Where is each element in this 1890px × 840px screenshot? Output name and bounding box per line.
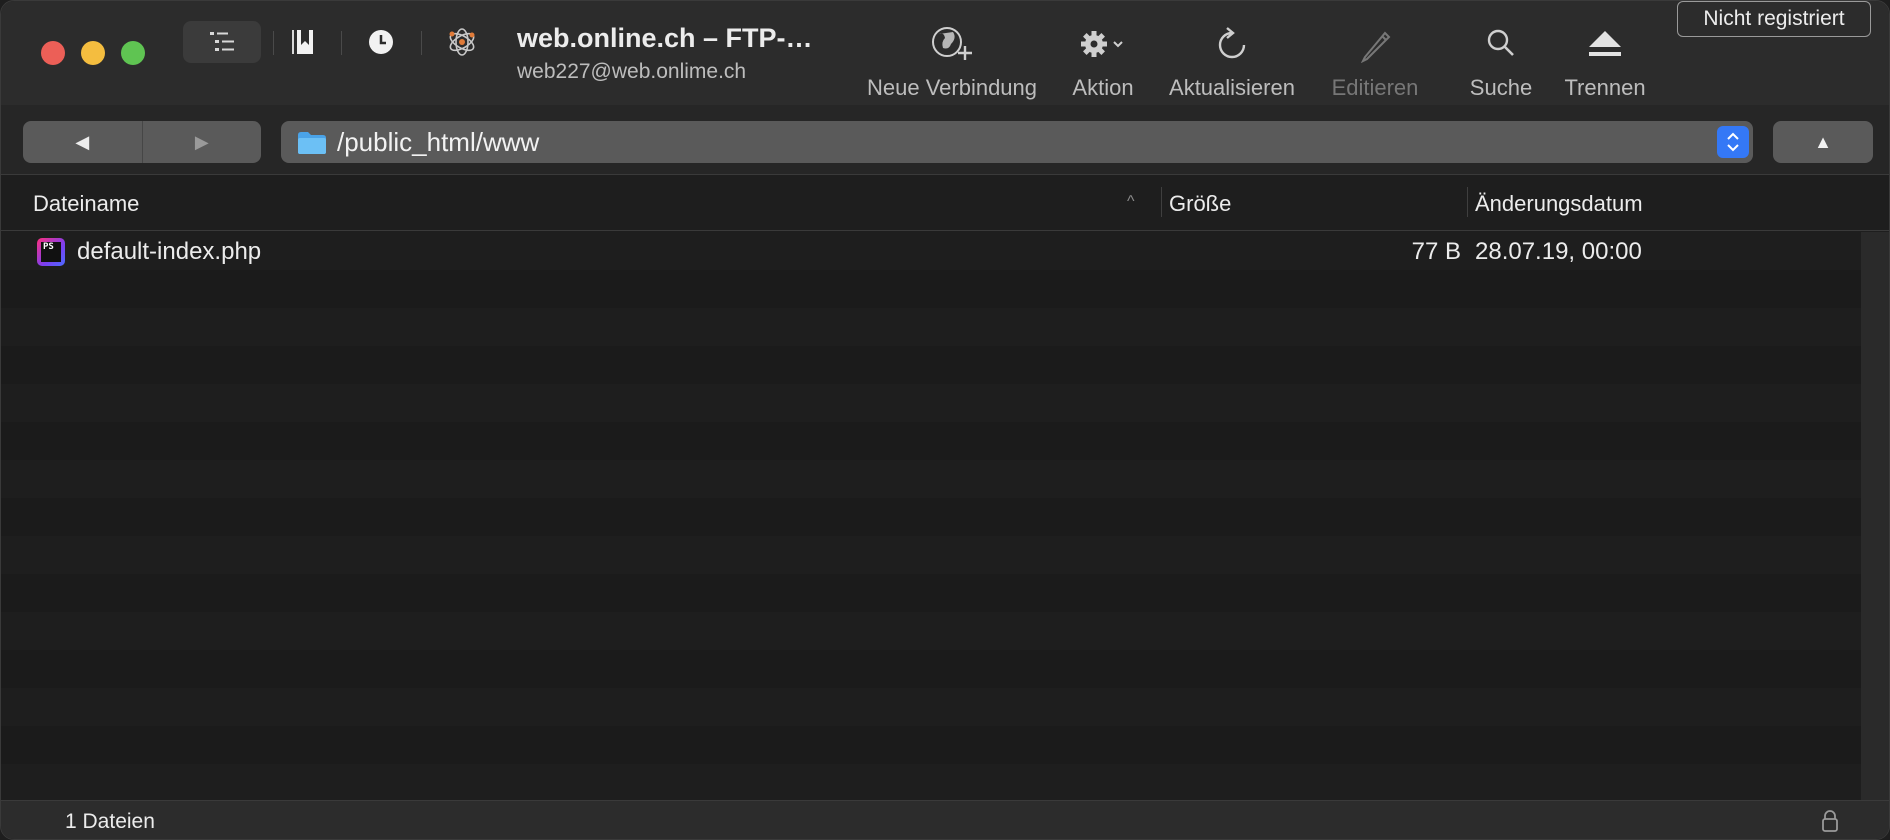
empty-row [1,498,1861,536]
outline-view-button[interactable] [183,21,261,63]
search-label: Suche [1469,75,1533,100]
ftp-window: web.online.ch – FTP-… web227@web.onlime.… [0,0,1890,840]
file-icon-badge: PS [41,242,61,262]
history-navigation: ◀ ▶ [23,121,261,163]
empty-row [1,574,1861,612]
empty-row [1,650,1861,688]
bonjour-button[interactable] [443,21,481,63]
new-connection-button[interactable]: Neue Verbindung [859,23,1045,101]
refresh-button[interactable]: Aktualisieren [1163,23,1301,101]
empty-row [1,308,1861,346]
file-modified: 28.07.19, 00:00 [1475,238,1642,265]
folder-icon [298,132,326,154]
window-subtitle: web227@web.onlime.ch [517,60,747,83]
toolbar: web.online.ch – FTP-… web227@web.onlime.… [1,1,1889,105]
empty-row [1,270,1861,308]
toolbar-divider [273,31,274,55]
toolbar-divider [341,31,342,55]
status-bar: 1 Dateien [1,800,1889,839]
clock-icon [369,30,393,54]
outline-list-icon [210,32,234,51]
gear-chevron-icon [1081,31,1123,57]
refresh-label: Aktualisieren [1169,75,1295,100]
column-divider[interactable] [1161,187,1162,217]
parent-directory-button[interactable]: ▲ [1773,121,1873,163]
path-selector[interactable]: /public_html/www [281,121,1753,163]
empty-row [1,764,1861,800]
toolbar-divider [421,31,422,55]
empty-row [1,346,1861,384]
pencil-icon [1360,31,1391,63]
action-menu-button[interactable]: Aktion [1067,23,1139,101]
maximize-window-button[interactable] [121,41,145,65]
file-list: PS default-index.php 77 B 28.07.19, 00:0… [1,232,1861,800]
column-header-modified[interactable]: Änderungsdatum [1475,191,1643,217]
minimize-window-button[interactable] [81,41,105,65]
empty-row [1,422,1861,460]
edit-button[interactable]: Editieren [1325,23,1425,101]
vertical-scrollbar-track[interactable] [1861,232,1889,800]
table-row[interactable]: PS default-index.php 77 B 28.07.19, 00:0… [1,232,1861,270]
edit-label: Editieren [1331,75,1419,100]
sort-ascending-icon: ^ [1127,193,1135,210]
history-button[interactable] [363,21,399,63]
lock-icon [1822,810,1838,832]
globe-plus-icon [932,27,972,60]
bookmark-icon [292,30,313,54]
close-window-button[interactable] [41,41,65,65]
file-size: 77 B [1411,238,1461,265]
search-button[interactable]: Suche [1463,23,1539,101]
table-header: Dateiname ^ Größe Änderungsdatum [1,175,1889,231]
bonjour-network-icon [449,28,475,56]
disconnect-label: Trennen [1564,75,1646,100]
column-divider[interactable] [1467,187,1468,217]
disconnect-button[interactable]: Trennen [1559,23,1651,101]
file-name: default-index.php [77,238,262,265]
empty-row [1,612,1861,650]
eject-icon [1589,31,1621,56]
registration-badge[interactable]: Nicht registriert [1677,1,1871,37]
empty-row [1,688,1861,726]
empty-row [1,384,1861,422]
window-title-block: web.online.ch – FTP-… web227@web.onlime.… [517,23,813,84]
empty-row [1,536,1861,574]
action-label: Aktion [1072,75,1134,100]
current-path: /public_html/www [337,127,540,157]
column-header-filename[interactable]: Dateiname [33,191,139,217]
path-bar: ◀ ▶ /public_html/www ▲ [1,105,1889,175]
up-down-chevron-icon [1727,132,1739,152]
column-header-size[interactable]: Größe [1169,191,1231,217]
phpstorm-file-icon: PS [37,238,65,266]
refresh-icon [1218,27,1246,59]
empty-row [1,726,1861,764]
forward-button[interactable]: ▶ [143,121,262,163]
bookmarks-button[interactable] [285,21,321,63]
search-icon [1487,29,1514,56]
back-button[interactable]: ◀ [23,121,143,163]
new-connection-label: Neue Verbindung [866,75,1038,100]
empty-row [1,460,1861,498]
file-count: 1 Dateien [65,810,155,833]
window-title: web.online.ch – FTP-… [517,23,813,53]
path-popup-stepper[interactable] [1717,126,1749,158]
